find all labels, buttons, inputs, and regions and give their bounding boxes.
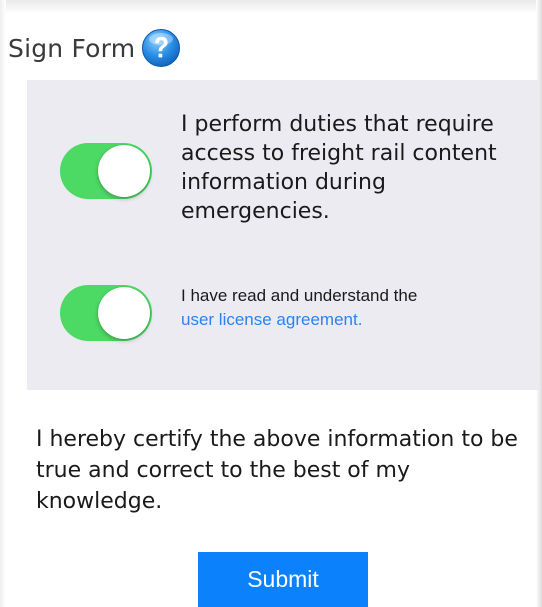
top-shadow <box>0 0 542 14</box>
form-header: Sign Form <box>8 26 181 70</box>
submit-button[interactable]: Submit <box>198 552 368 607</box>
toggle-panel: I perform duties that require access to … <box>27 80 539 390</box>
user-license-agreement-link[interactable]: user license agreement. <box>181 310 362 329</box>
license-label: I have read and understand the user lice… <box>181 284 521 332</box>
left-edge-shadow <box>0 0 6 607</box>
certification-statement: I hereby certify the above information t… <box>36 427 518 514</box>
duties-label: I perform duties that require access to … <box>181 112 497 224</box>
license-label-prefix: I have read and understand the <box>181 286 418 305</box>
help-icon[interactable] <box>141 28 181 68</box>
form-title: Sign Form <box>8 33 136 63</box>
toggle-knob <box>98 145 150 197</box>
license-toggle-switch[interactable] <box>60 285 152 341</box>
duties-toggle-switch[interactable] <box>60 143 152 199</box>
toggle-knob <box>98 287 150 339</box>
